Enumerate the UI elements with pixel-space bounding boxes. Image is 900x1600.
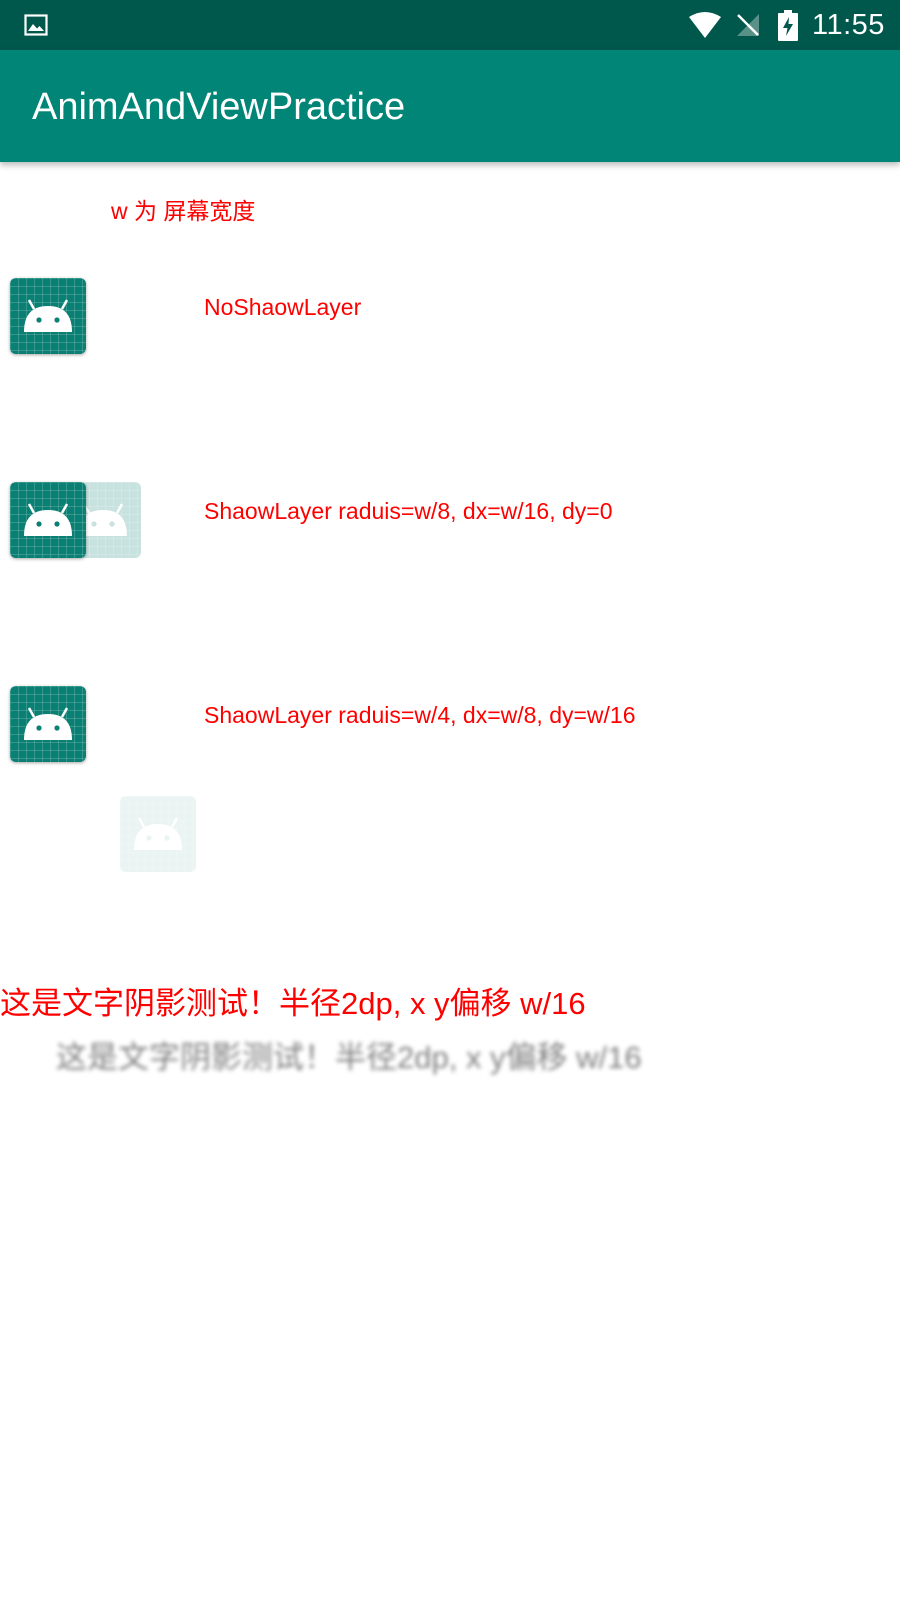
screen-width-note: w 为 屏幕宽度: [111, 198, 256, 224]
app-title: AnimAndViewPractice: [32, 86, 406, 128]
android-robot-icon: [10, 686, 86, 762]
android-robot-icon: [10, 482, 86, 558]
status-time: 11:55: [812, 9, 885, 41]
gallery-icon: [24, 14, 48, 36]
text-shadow-demo-shadow: 这是文字阴影测试！半径2dp, x y偏移 w/16: [56, 1040, 642, 1075]
status-bar: 11:55: [0, 0, 900, 50]
text-shadow-demo: 这是文字阴影测试！半径2dp, x y偏移 w/16: [0, 986, 586, 1021]
battery-charging-icon: [778, 10, 798, 41]
app-bar: AnimAndViewPractice: [0, 50, 900, 162]
content-area: w 为 屏幕宽度 NoShaowLayer ShaowLayer raduis=…: [0, 162, 900, 1600]
wifi-icon: [689, 12, 721, 38]
row-label-no-shadow: NoShaowLayer: [204, 294, 362, 320]
android-robot-icon-shadow: [120, 796, 196, 872]
row-label-shadow-w8: ShaowLayer raduis=w/8, dx=w/16, dy=0: [204, 498, 613, 524]
no-sim-icon: [737, 14, 759, 36]
android-robot-icon: [10, 278, 86, 354]
row-label-shadow-w4: ShaowLayer raduis=w/4, dx=w/8, dy=w/16: [204, 702, 636, 728]
